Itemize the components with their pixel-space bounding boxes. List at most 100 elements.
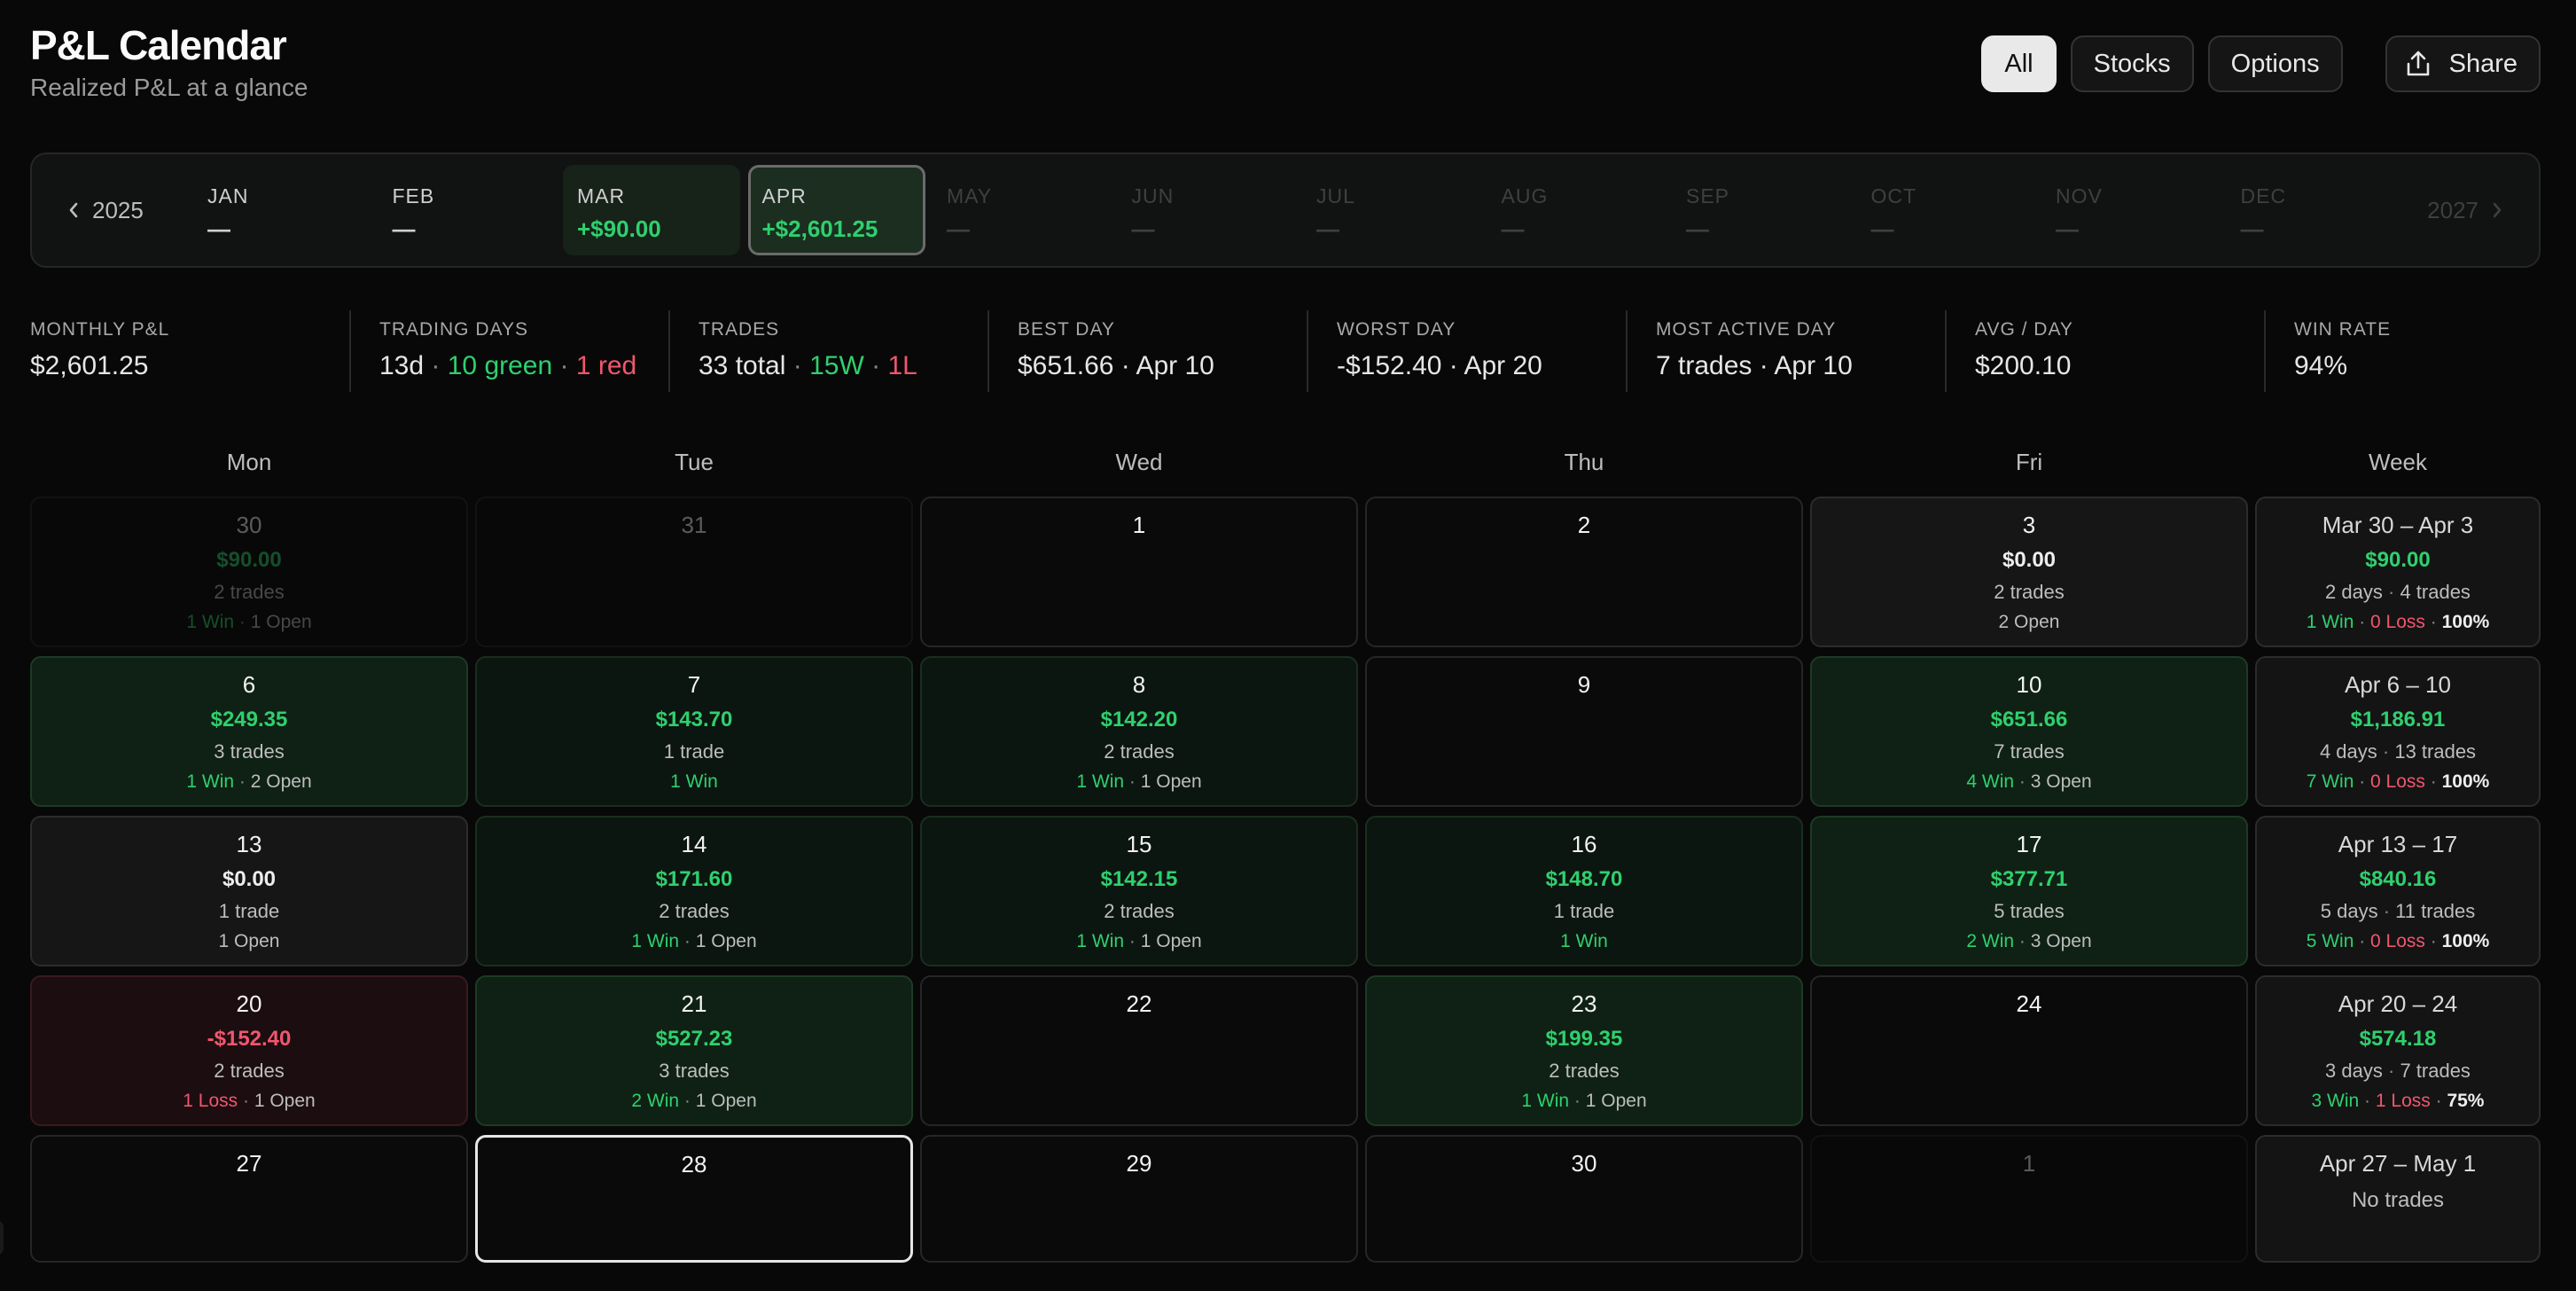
day-number: 2 [1577, 512, 1591, 538]
day-cell[interactable]: 8 $142.20 2 trades 1 Win · 1 Open [920, 656, 1358, 807]
day-wins: 1 Win [186, 771, 235, 792]
day-cell[interactable]: 14 $171.60 2 trades 1 Win · 1 Open [475, 816, 913, 966]
day-number: 29 [1126, 1150, 1152, 1177]
page-subtitle: Realized P&L at a glance [30, 74, 308, 101]
day-cell[interactable]: 13 $0.00 1 trade 1 Open [30, 816, 468, 966]
day-cell[interactable]: 29 [920, 1135, 1358, 1263]
filter-options-button[interactable]: Options [2207, 35, 2343, 92]
prev-year-button[interactable]: 2025 [67, 154, 144, 266]
day-cell[interactable]: 9 [1365, 656, 1803, 807]
day-trade-count: 2 trades [659, 900, 730, 922]
day-number: 31 [681, 512, 707, 538]
next-year-button[interactable]: 2027 [2427, 154, 2503, 266]
separator: · [679, 931, 696, 951]
day-wins: 1 Win [186, 612, 235, 632]
day-cell[interactable]: 28 [475, 1135, 913, 1263]
month-jul[interactable]: JUL — [1302, 165, 1479, 255]
month-aug[interactable]: AUG — [1487, 165, 1665, 255]
trades-losses: 1L [887, 351, 917, 380]
share-icon [2407, 51, 2429, 76]
month-feb[interactable]: FEB — [379, 165, 556, 255]
day-trade-count: 3 trades [214, 740, 285, 763]
green-days: 10 green [447, 351, 553, 380]
separator: · [2377, 900, 2396, 922]
day-cell[interactable]: 1 [920, 497, 1358, 647]
day-number: 9 [1577, 671, 1591, 698]
day-cell[interactable]: 31 [475, 497, 913, 647]
day-cell[interactable]: 7 $143.70 1 trade 1 Win [475, 656, 913, 807]
week-trades: 4 trades [2400, 581, 2471, 603]
red-days: 1 red [575, 351, 637, 380]
day-win-loss: 2 Win · 1 Open [477, 1089, 911, 1114]
day-number: 30 [236, 512, 262, 538]
month-name: JAN [207, 184, 249, 207]
month-name: NOV [2056, 184, 2103, 207]
day-win-loss: 1 Win · 1 Open [1367, 1089, 1801, 1114]
day-cell[interactable]: 30 [1365, 1135, 1803, 1263]
week-wins: 7 Win [2306, 771, 2354, 792]
day-open: 1 Open [695, 1091, 757, 1111]
week-losses: 1 Loss [2375, 1091, 2431, 1111]
day-wins: 4 Win [1966, 771, 2015, 792]
day-number: 30 [1571, 1150, 1597, 1177]
scroll-handle[interactable] [0, 1220, 4, 1256]
separator: · [234, 771, 251, 792]
day-trade-count: 2 trades [1104, 740, 1175, 763]
day-cell[interactable]: 17 $377.71 5 trades 2 Win · 3 Open [1810, 816, 2248, 966]
day-cell[interactable]: 22 [920, 975, 1358, 1126]
month-apr[interactable]: APR +$2,601.25 [747, 165, 925, 255]
month-mar[interactable]: MAR +$90.00 [563, 165, 740, 255]
filter-all-button[interactable]: All [1981, 35, 2057, 92]
day-cell[interactable]: 15 $142.15 2 trades 1 Win · 1 Open [920, 816, 1358, 966]
day-number: 7 [687, 671, 701, 698]
day-number: 6 [242, 671, 256, 698]
day-cell[interactable]: 30 $90.00 2 trades 1 Win · 1 Open [30, 497, 468, 647]
day-trade-count: 1 trade [218, 900, 280, 922]
month-jan[interactable]: JAN — [193, 165, 371, 255]
day-wins: 2 Win [631, 1091, 680, 1111]
day-cell[interactable]: 20 -$152.40 2 trades 1 Loss · 1 Open [30, 975, 468, 1126]
week-counts: 3 days · 7 trades [2257, 1059, 2539, 1084]
month-may[interactable]: MAY — [933, 165, 1110, 255]
separator: · [2354, 612, 2371, 632]
prev-year-label: 2025 [92, 196, 144, 223]
day-cell[interactable]: 2 [1365, 497, 1803, 647]
month-nov[interactable]: NOV — [2041, 165, 2219, 255]
stat-avg-day: AVG / DAY $200.10 [1945, 310, 2264, 392]
separator: · [1569, 1091, 1586, 1111]
month-dec[interactable]: DEC — [2227, 165, 2404, 255]
day-pnl: $148.70 [1545, 867, 1623, 891]
share-button[interactable]: Share [2385, 35, 2541, 92]
week-wins: 1 Win [2306, 612, 2354, 632]
month-oct[interactable]: OCT — [1857, 165, 2034, 255]
day-cell[interactable]: 16 $148.70 1 trade 1 Win [1365, 816, 1803, 966]
day-cell[interactable]: 10 $651.66 7 trades 4 Win · 3 Open [1810, 656, 2248, 807]
week-win-rate: 100% [2441, 612, 2490, 632]
day-pnl: $90.00 [216, 548, 282, 572]
day-cell[interactable]: 23 $199.35 2 trades 1 Win · 1 Open [1365, 975, 1803, 1126]
day-open: 1 Open [1140, 771, 1202, 792]
week-pnl: $1,186.91 [2350, 708, 2446, 732]
day-cell[interactable]: 24 [1810, 975, 2248, 1126]
week-win-loss: 1 Win · 0 Loss · 100% [2257, 610, 2539, 635]
day-win-loss: 1 Win · 1 Open [477, 929, 911, 954]
day-pnl: $142.15 [1100, 867, 1178, 891]
day-cell[interactable]: 21 $527.23 3 trades 2 Win · 1 Open [475, 975, 913, 1126]
month-sep[interactable]: SEP — [1672, 165, 1849, 255]
day-cell[interactable]: 1 [1810, 1135, 2248, 1263]
stat-monthly-pnl: MONTHLY P&L $2,601.25 [30, 310, 349, 392]
month-jun[interactable]: JUN — [1118, 165, 1295, 255]
filter-stocks-button[interactable]: Stocks [2070, 35, 2194, 92]
month-name: FEB [392, 184, 435, 207]
weekday-header-fri: Fri [2015, 449, 2043, 475]
week-pnl: $90.00 [2365, 548, 2431, 572]
weekday-header-week: Week [2369, 449, 2427, 475]
day-cell[interactable]: 27 [30, 1135, 468, 1263]
day-cell[interactable]: 6 $249.35 3 trades 1 Win · 2 Open [30, 656, 468, 807]
stat-value: $651.66 · Apr 10 [1018, 351, 1214, 380]
month-name: AUG [1501, 184, 1549, 207]
day-cell[interactable]: 3 $0.00 2 trades 2 Open [1810, 497, 2248, 647]
stat-value: 33 total · 15W · 1L [699, 351, 987, 381]
day-number: 1 [2022, 1150, 2036, 1177]
week-counts: 5 days · 11 trades [2257, 899, 2539, 924]
